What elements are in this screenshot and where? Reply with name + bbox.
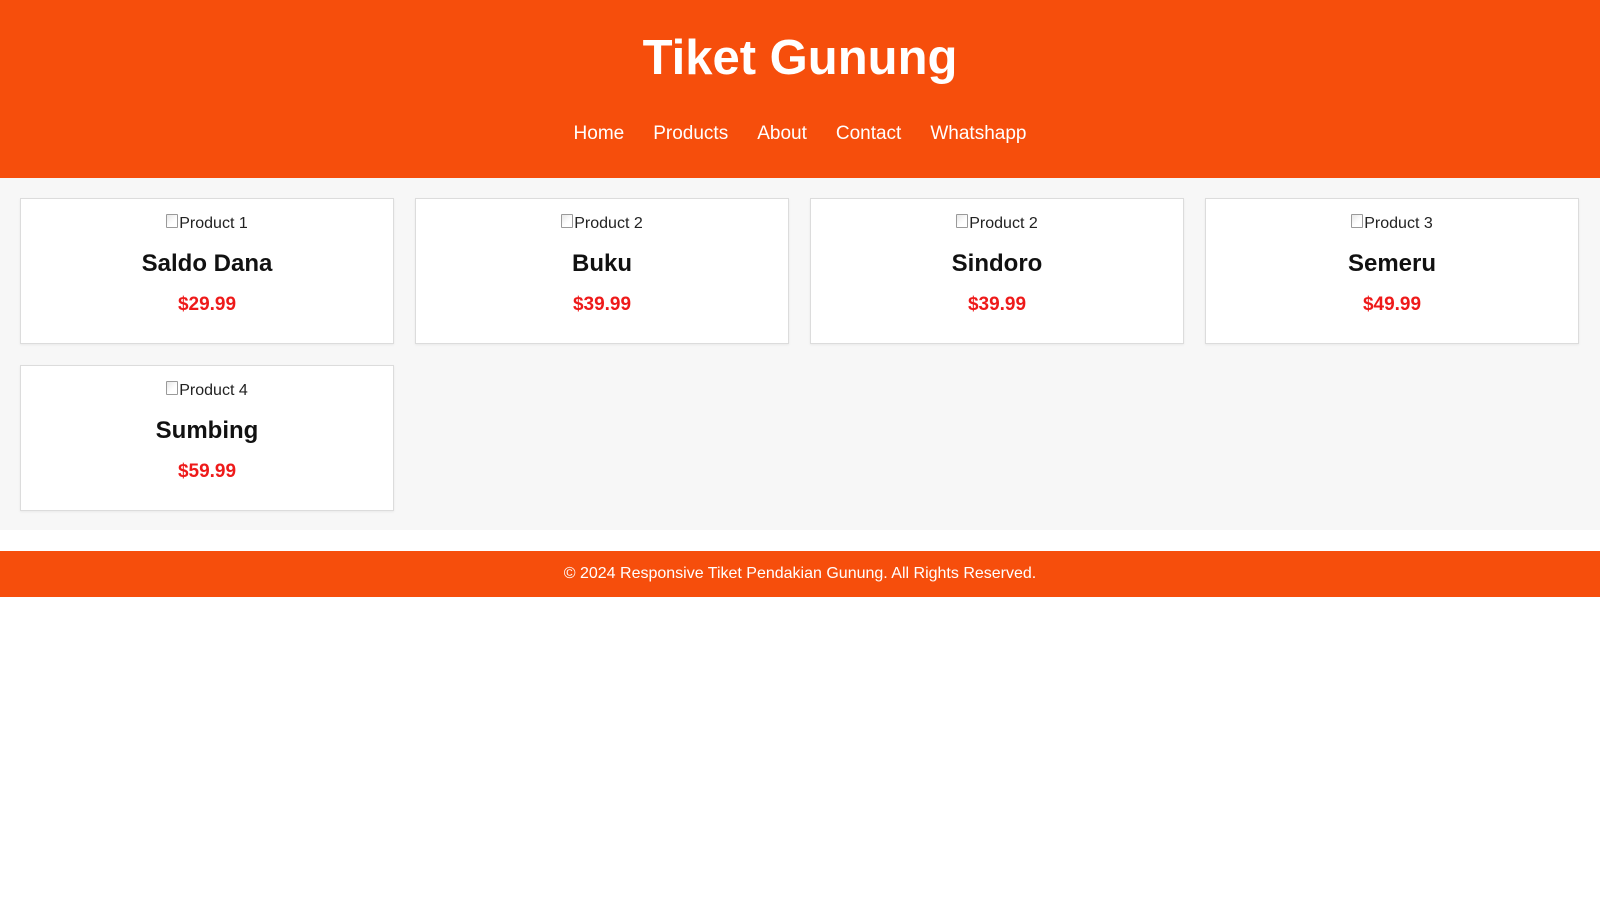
product-grid: Product 1 Saldo Dana $29.99 Product 2 Bu… <box>20 198 1580 511</box>
footer-copyright: © 2024 Responsive Tiket Pendakian Gunung… <box>563 565 1037 582</box>
main-nav: Home Products About Contact Whatshapp <box>0 120 1600 148</box>
nav-products-link[interactable]: Products <box>653 123 728 145</box>
product-image-alt: Product 1 <box>179 215 248 232</box>
product-name: Semeru <box>1347 250 1437 277</box>
site-header: Tiket Gunung Home Products About Contact… <box>0 0 1600 178</box>
product-image: Product 3 <box>1351 212 1433 236</box>
product-image-alt: Product 3 <box>1364 215 1433 232</box>
nav-contact-link[interactable]: Contact <box>836 123 901 145</box>
product-name: Buku <box>572 250 632 277</box>
product-image: Product 1 <box>166 212 248 236</box>
product-image-alt: Product 2 <box>574 215 643 232</box>
nav-about-link[interactable]: About <box>757 123 807 145</box>
product-image-alt: Product 2 <box>969 215 1038 232</box>
product-card[interactable]: Product 4 Sumbing $59.99 <box>20 365 394 511</box>
site-footer: © 2024 Responsive Tiket Pendakian Gunung… <box>0 551 1600 597</box>
product-card[interactable]: Product 2 Sindoro $39.99 <box>810 198 1184 344</box>
product-image-alt: Product 4 <box>179 382 248 399</box>
product-price: $39.99 <box>572 294 632 315</box>
product-image: Product 4 <box>166 379 248 403</box>
product-image: Product 2 <box>561 212 643 236</box>
broken-image-icon <box>561 214 574 228</box>
product-image: Product 2 <box>956 212 1038 236</box>
product-card[interactable]: Product 1 Saldo Dana $29.99 <box>20 198 394 344</box>
product-card[interactable]: Product 2 Buku $39.99 <box>415 198 789 344</box>
broken-image-icon <box>166 214 179 228</box>
product-price: $29.99 <box>177 294 237 315</box>
product-price: $39.99 <box>967 294 1027 315</box>
site-title: Tiket Gunung <box>642 31 958 85</box>
product-name: Sumbing <box>155 417 259 444</box>
broken-image-icon <box>166 381 179 395</box>
nav-home-link[interactable]: Home <box>574 123 625 145</box>
broken-image-icon <box>956 214 969 228</box>
product-name: Sindoro <box>951 250 1043 277</box>
product-price: $49.99 <box>1362 294 1422 315</box>
products-section: Product 1 Saldo Dana $29.99 Product 2 Bu… <box>0 178 1600 530</box>
product-name: Saldo Dana <box>141 250 273 277</box>
product-card[interactable]: Product 3 Semeru $49.99 <box>1205 198 1579 344</box>
product-price: $59.99 <box>177 461 237 482</box>
broken-image-icon <box>1351 214 1364 228</box>
nav-whatsapp-link[interactable]: Whatshapp <box>930 123 1026 145</box>
